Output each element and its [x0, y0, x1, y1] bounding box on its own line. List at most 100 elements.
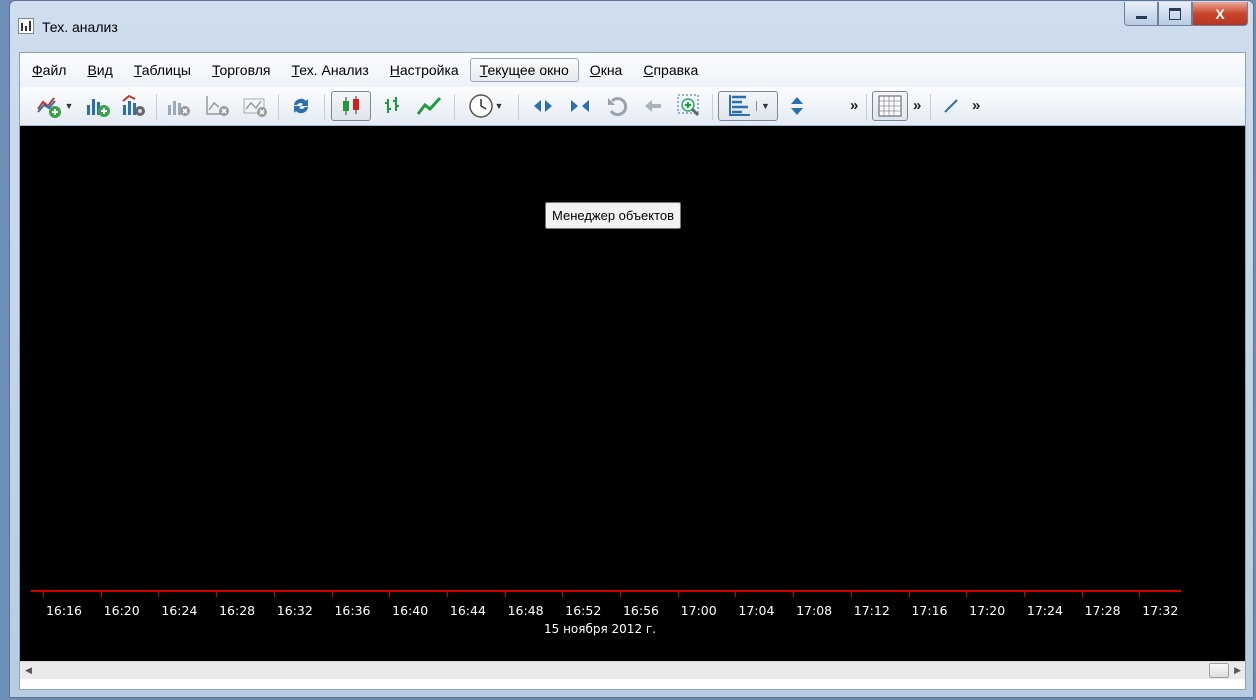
axis-time-label: 17:24 — [1026, 603, 1063, 618]
axis-time-label: 16:20 — [103, 603, 140, 618]
axis-time-label: 16:16 — [45, 603, 83, 618]
candlestick-button[interactable] — [331, 91, 371, 121]
remove-line-button[interactable] — [200, 91, 234, 121]
toolbar-more-button-3[interactable]: » — [972, 97, 980, 114]
axis-date-label: 15 ноября 2012 г. — [543, 622, 657, 636]
axis-tick — [908, 592, 910, 597]
refresh-button[interactable] — [284, 91, 318, 121]
remove-chart-icon — [168, 101, 190, 116]
grid-button[interactable] — [872, 91, 908, 121]
maximize-icon — [1169, 7, 1181, 20]
back-button[interactable] — [636, 91, 670, 121]
axis-tick — [677, 592, 679, 597]
minimize-icon — [1135, 16, 1147, 19]
scroll-right-icon[interactable]: ▶ — [1234, 665, 1241, 676]
menu-trading[interactable]: Торговля — [202, 58, 281, 82]
scrollbar-thumb[interactable] — [1209, 663, 1229, 678]
title-bar[interactable]: Тех. анализ X — [10, 1, 1253, 51]
main-panel: Файл Вид Таблицы Торговля Тех. Анализ На… — [19, 52, 1246, 690]
close-button[interactable]: X — [1192, 2, 1248, 26]
axis-tick — [389, 592, 391, 597]
axis-tick — [966, 592, 968, 597]
add-chart-button[interactable]: ▼ — [30, 91, 78, 121]
axis-tick — [620, 592, 621, 597]
draw-line-icon — [944, 99, 958, 113]
line-chart-button[interactable] — [411, 91, 447, 121]
timeframe-dropdown-icon[interactable]: ▼ — [495, 101, 504, 111]
undo-button[interactable] — [600, 91, 634, 121]
scroll-left-icon[interactable]: ◀ — [25, 665, 32, 676]
menu-windows[interactable]: Окна — [580, 58, 633, 82]
expand-icon — [534, 100, 552, 112]
bars-button[interactable] — [376, 91, 408, 121]
menu-view[interactable]: Вид — [77, 58, 122, 82]
axis-tick — [331, 592, 333, 597]
scale-dropdown-icon[interactable]: ▼ — [756, 101, 770, 111]
tooltip: Менеджер объектов — [545, 202, 682, 229]
chart-area[interactable]: Менеджер объектов 16:16 16:20 16:24 16:28 16… — [20, 126, 1245, 661]
axis-time-label: 16:40 — [392, 603, 429, 618]
grid-icon — [878, 95, 902, 117]
close-icon: X — [1215, 5, 1225, 22]
axis-time-label: 16:44 — [449, 603, 486, 618]
menu-file[interactable]: Файл — [22, 58, 76, 82]
refresh-icon — [294, 98, 308, 114]
remove-line-icon — [206, 96, 229, 116]
zoom-area-button[interactable] — [672, 91, 706, 121]
axis-tick — [793, 592, 795, 597]
axis-tick — [504, 592, 506, 597]
menu-help[interactable]: Справка — [633, 58, 708, 82]
axis-tick — [273, 592, 275, 597]
menu-bar: Файл Вид Таблицы Торговля Тех. Анализ На… — [20, 53, 1245, 87]
expand-button[interactable] — [526, 91, 560, 121]
dropdown-arrow-icon[interactable]: ▼ — [65, 101, 74, 111]
updown-icon — [791, 97, 803, 115]
axis-time-label: 17:04 — [738, 603, 775, 618]
bars-icon — [385, 97, 399, 113]
axis-time-label: 16:48 — [507, 603, 544, 618]
axis-time-label: 17:08 — [796, 603, 833, 618]
axis-time-label: 17:12 — [853, 603, 890, 618]
axis-time-label: 16:56 — [622, 603, 660, 618]
toolbar-more-button-2[interactable]: » — [913, 97, 921, 114]
minimize-button[interactable] — [1124, 2, 1158, 26]
window-title: Тех. анализ — [42, 19, 118, 35]
axis-tick — [100, 592, 102, 597]
draw-line-button[interactable] — [938, 91, 964, 121]
scale-icon — [729, 95, 751, 116]
clock-icon — [468, 94, 493, 118]
axis-tick — [1023, 592, 1025, 597]
menu-settings[interactable]: Настройка — [380, 58, 469, 82]
app-window: Тех. анализ X Файл Вид Таблицы Торговля … — [9, 0, 1254, 698]
undo-icon — [608, 97, 628, 117]
line-chart-icon — [416, 96, 442, 115]
axis-tick — [735, 592, 737, 597]
chart-settings-button[interactable] — [117, 91, 151, 121]
axis-time-label: 16:32 — [276, 603, 313, 618]
axis-time-label: 16:52 — [565, 603, 602, 618]
remove-indicator-button[interactable] — [238, 91, 272, 121]
collapse-icon — [571, 100, 589, 112]
app-icon — [18, 18, 34, 34]
timeframe-button[interactable]: ▼ — [460, 91, 510, 121]
axis-time-label: 17:16 — [911, 603, 948, 618]
horizontal-scrollbar[interactable]: ◀ ▶ — [20, 661, 1245, 679]
remove-indicator-icon — [243, 98, 267, 117]
menu-current-window[interactable]: Текущее окно — [469, 58, 579, 82]
menu-tables[interactable]: Таблицы — [124, 58, 201, 82]
maximize-button[interactable] — [1158, 2, 1192, 26]
axis-tick — [158, 592, 160, 597]
axis-tick — [1081, 592, 1083, 597]
toolbar-more-button[interactable]: » — [850, 97, 858, 114]
chart-settings-icon — [122, 94, 145, 116]
axis-time-label: 16:36 — [334, 603, 371, 618]
updown-button[interactable] — [782, 91, 812, 121]
axis-time-label: 17:28 — [1084, 603, 1121, 618]
axis-tick — [43, 592, 44, 597]
collapse-button[interactable] — [563, 91, 597, 121]
add-bar-chart-button[interactable] — [82, 91, 114, 121]
remove-chart-button[interactable] — [162, 91, 196, 121]
menu-tech-analysis[interactable]: Тех. Анализ — [281, 58, 378, 82]
scale-button[interactable]: ▼ — [718, 91, 778, 121]
axis-tick — [850, 592, 852, 597]
